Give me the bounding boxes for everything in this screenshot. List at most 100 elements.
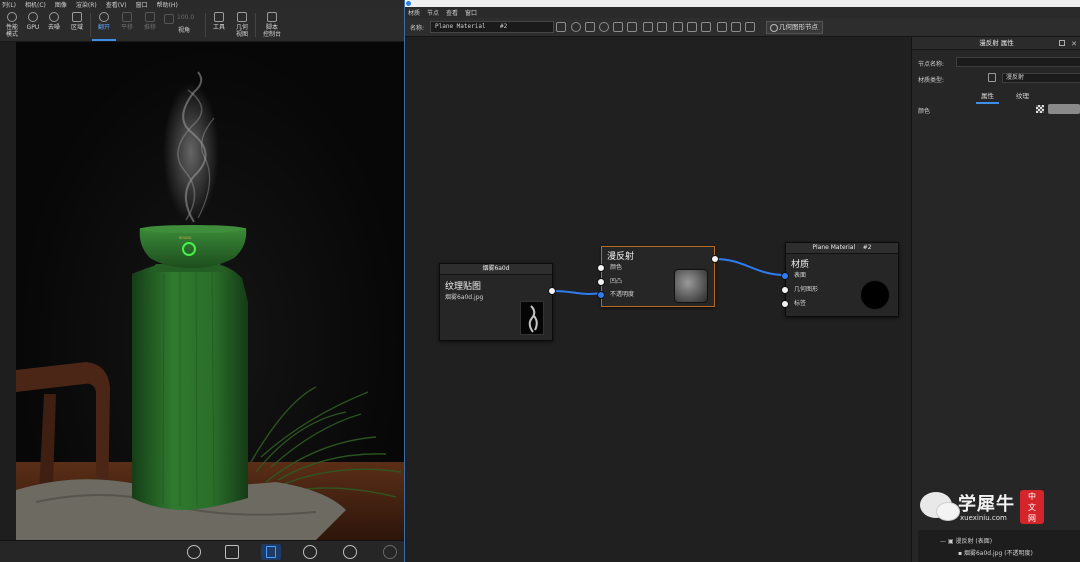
color-input-port[interactable] <box>597 264 605 272</box>
geometry-view-button[interactable]: 几何 视图 <box>230 11 254 40</box>
wire-diffuse-to-surface <box>714 258 786 276</box>
port-label: 颜色 <box>610 264 623 271</box>
warning-icon[interactable] <box>627 22 637 32</box>
color-swatch[interactable] <box>1048 104 1080 114</box>
render-toolbar: 性能 模式 GPU 去噪 区域 翻开 平移 推移 100.0 视角 工具 几何 … <box>0 9 404 42</box>
site-watermark: 学犀牛 xuexiniu.com 中 文 网 <box>920 488 1046 528</box>
node-name-label: 节点名称: <box>918 61 945 68</box>
properties-panel: 漫反射 属性 ✕ 节点名称: 材质类型: 漫反射 属性 纹理 颜色 — ▣ 漫反… <box>911 37 1080 562</box>
window-titlebar <box>405 0 1080 7</box>
script-console-icon <box>267 12 277 22</box>
list-icon[interactable] <box>261 544 281 560</box>
trash-icon[interactable] <box>988 73 996 82</box>
bump-icon[interactable] <box>687 22 697 32</box>
geometry-view-icon <box>237 12 247 22</box>
move-icon <box>122 12 132 22</box>
fit-icon[interactable] <box>731 22 741 32</box>
menu-item[interactable]: 列(L) <box>2 0 16 9</box>
app-icon <box>406 1 411 6</box>
editor-menubar: 材质 节点 查看 窗口 <box>405 7 1080 18</box>
gauge-icon <box>7 12 17 22</box>
menu-item[interactable]: 窗口 <box>136 0 148 9</box>
label-input-port[interactable] <box>781 300 789 308</box>
panel-title: 漫反射 属性 ✕ <box>912 37 1080 50</box>
frame-icon[interactable] <box>717 22 727 32</box>
editor-toolbar: 名称: Plane Material #2 几何图形节点 <box>405 18 1080 37</box>
save-icon[interactable] <box>556 22 566 32</box>
tab-texture[interactable]: 纹理 <box>1011 90 1034 104</box>
geometry-node-button[interactable]: 几何图形节点 <box>766 21 823 34</box>
grid-icon[interactable] <box>585 22 595 32</box>
material-type-label: 材质类型: <box>918 77 945 84</box>
material-name-input[interactable]: Plane Material #2 <box>430 21 554 33</box>
opacity-input-port[interactable] <box>597 291 605 299</box>
node-tree: — ▣ 漫反射 (表面) ▪ 烟雾6a0d.jpg (不透明度) <box>918 530 1080 562</box>
texture-icon[interactable] <box>673 22 683 32</box>
bump-input-port[interactable] <box>597 278 605 286</box>
render-viewport[interactable]: BRAND <box>16 42 404 540</box>
product-logo: BRAND <box>179 236 192 240</box>
tree-item[interactable]: ▪ 烟雾6a0d.jpg (不透明度) <box>958 548 1033 557</box>
render-menubar: 列(L) 相机(C) 图像 渲染(R) 查看(V) 窗口 帮助(H) <box>0 0 404 9</box>
chip-icon <box>28 12 38 22</box>
watermark-brand: 学犀牛 <box>958 494 1015 515</box>
menu-item[interactable]: 窗口 <box>465 8 477 17</box>
diffuse-preview-sphere <box>674 269 708 303</box>
menu-item[interactable]: 帮助(H) <box>157 0 178 9</box>
library-icon[interactable] <box>222 544 242 560</box>
connect-icon[interactable] <box>753 22 763 32</box>
port-label: 表面 <box>794 272 807 279</box>
region-button[interactable]: 区域 <box>65 11 89 40</box>
tools-icon[interactable] <box>701 22 711 32</box>
node-header: Plane Material #2 <box>786 243 898 254</box>
denoise-button[interactable]: 去噪 <box>42 11 66 40</box>
delete-icon[interactable] <box>657 22 667 32</box>
fov-icon <box>164 14 174 24</box>
material-type-select[interactable]: 漫反射 <box>1002 73 1080 83</box>
rendered-scene: BRAND <box>16 71 404 540</box>
menu-item[interactable]: 图像 <box>55 0 67 9</box>
node-title: 材质 <box>791 260 810 270</box>
diffuse-node[interactable]: 漫反射 颜色 凹凸 不透明度 <box>597 246 719 307</box>
wire-texture-to-opacity <box>552 290 602 295</box>
circle-icon[interactable] <box>571 22 581 32</box>
tumble-button[interactable]: 翻开 <box>92 11 116 41</box>
pan-button[interactable]: 平移 <box>115 11 139 40</box>
refresh-icon[interactable] <box>599 22 609 32</box>
menu-item[interactable]: 查看(V) <box>106 0 127 9</box>
node-name-input[interactable] <box>956 57 1080 67</box>
menu-item[interactable]: 节点 <box>427 8 439 17</box>
menu-item[interactable]: 材质 <box>408 8 420 17</box>
name-label: 名称: <box>410 25 425 32</box>
play-icon[interactable] <box>300 544 320 560</box>
import-icon[interactable] <box>184 544 204 560</box>
tree-item[interactable]: — ▣ 漫反射 (表面) <box>940 536 992 545</box>
texture-map-node[interactable]: 烟雾6a0d 纹理贴图 烟雾6a0d.jpg <box>439 263 556 341</box>
texture-output-port[interactable] <box>548 287 556 295</box>
material-node[interactable]: Plane Material #2 材质 表面 几何图形 标签 <box>781 242 899 317</box>
dolly-button[interactable]: 推移 <box>138 11 162 40</box>
watermark-url: xuexiniu.com <box>960 514 1007 522</box>
float-panel-icon[interactable] <box>1059 40 1065 46</box>
surface-input-port[interactable] <box>781 272 789 280</box>
model-icon[interactable] <box>340 544 360 560</box>
copy-icon[interactable] <box>643 22 653 32</box>
material-editor-window: 材质 节点 查看 窗口 名称: Plane Material #2 几何图形节点… <box>404 0 1080 562</box>
sphere-icon[interactable] <box>380 544 400 560</box>
tools-button[interactable]: 工具 <box>207 11 231 40</box>
node-graph-canvas[interactable]: 烟雾6a0d 纹理贴图 烟雾6a0d.jpg 漫反射 颜色 凹凸 不透明度 Pl… <box>405 37 911 562</box>
align-icon[interactable] <box>613 22 623 32</box>
script-console-button[interactable]: 脚本 控制台 <box>259 11 285 40</box>
diffuse-output-port[interactable] <box>711 255 719 263</box>
viewport-left-strip <box>0 42 16 540</box>
tab-properties[interactable]: 属性 <box>976 90 999 104</box>
material-preview-sphere <box>860 280 890 310</box>
menu-item[interactable]: 渲染(R) <box>76 0 97 9</box>
checker-icon[interactable] <box>1036 105 1044 113</box>
close-icon[interactable]: ✕ <box>1071 38 1077 50</box>
geometry-input-port[interactable] <box>781 286 789 294</box>
denoise-icon <box>49 12 59 22</box>
port-label: 不透明度 <box>610 291 635 298</box>
menu-item[interactable]: 相机(C) <box>25 0 46 9</box>
menu-item[interactable]: 查看 <box>446 8 458 17</box>
